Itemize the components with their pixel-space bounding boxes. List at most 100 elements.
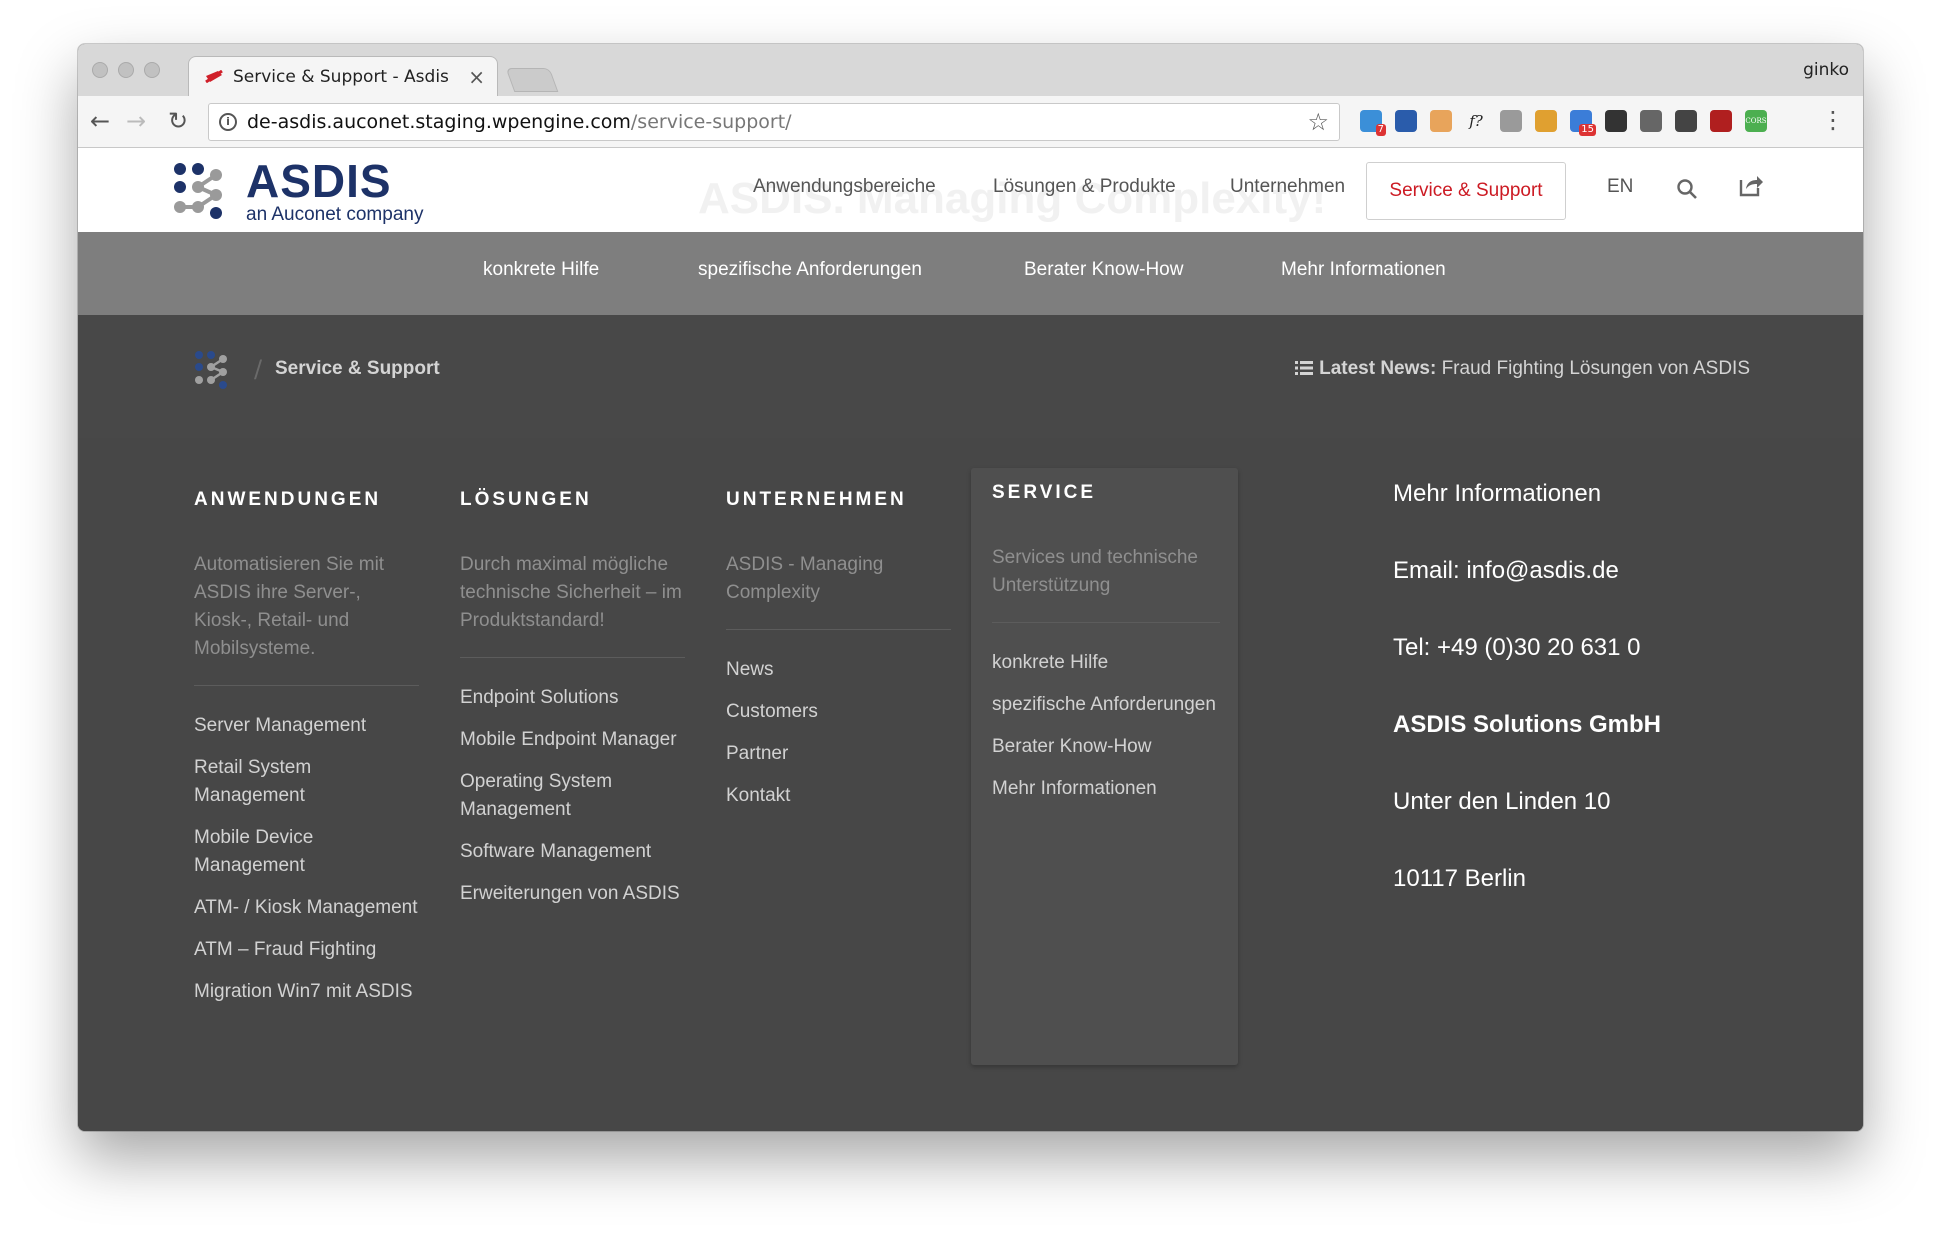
bookmark-star-icon[interactable]: ☆ <box>1307 108 1329 136</box>
column-title[interactable]: Service <box>992 482 1220 504</box>
minimize-window-button[interactable] <box>118 62 134 78</box>
extension-badge-count: 7 <box>1375 124 1386 136</box>
column-description: Durch maximal mögliche technische Sicher… <box>460 554 682 631</box>
link-spezifische-anforderungen[interactable]: spezifische Anforderungen <box>992 691 1220 719</box>
link-migration-win7[interactable]: Migration Win7 mit ASDIS <box>194 978 419 1006</box>
column-title[interactable]: Anwendungen <box>194 489 419 511</box>
link-kontakt[interactable]: Kontakt <box>726 782 951 810</box>
column-divider <box>194 685 419 686</box>
link-endpoint-solutions[interactable]: Endpoint Solutions <box>460 684 685 712</box>
nav-service-support[interactable]: Service & Support <box>1366 162 1566 220</box>
column-divider <box>460 657 685 658</box>
browser-tab-active[interactable]: Service & Support - Asdis × <box>188 56 498 96</box>
column-links: konkrete Hilfe spezifische Anforderungen… <box>992 649 1220 803</box>
extension-lightbulb-icon[interactable] <box>1675 110 1697 132</box>
maximize-window-button[interactable] <box>144 62 160 78</box>
url-host: de-asdis.auconet.staging.wpengine.com <box>247 111 631 133</box>
asdis-logo-icon[interactable] <box>172 161 234 221</box>
reload-icon[interactable]: ↻ <box>168 108 188 134</box>
address-bar[interactable]: i de-asdis.auconet.staging.wpengine.com/… <box>208 103 1340 141</box>
extension-face-icon[interactable] <box>1430 110 1452 132</box>
tab-strip: Service & Support - Asdis × ginko <box>78 44 1863 96</box>
extension-badge-7-icon[interactable]: 7 <box>1360 110 1386 136</box>
home-logo-icon[interactable] <box>194 350 234 390</box>
profile-name[interactable]: ginko <box>1803 60 1849 80</box>
column-title[interactable]: Unternehmen <box>726 489 951 511</box>
column-description: Automatisieren Sie mit ASDIS ihre Server… <box>194 554 385 659</box>
browser-window: Service & Support - Asdis × ginko ← → ↻ … <box>78 44 1863 1131</box>
asdis-favicon-icon <box>205 70 223 83</box>
link-operating-system-management[interactable]: Operating System Management <box>460 768 685 824</box>
extension-cors-icon[interactable]: CORS <box>1745 110 1767 132</box>
latest-news-label: Latest News: <box>1319 358 1437 379</box>
url-path: /service-support/ <box>630 111 792 133</box>
link-mehr-informationen[interactable]: Mehr Informationen <box>992 775 1220 803</box>
contact-company: ASDIS Solutions GmbH <box>1393 711 1662 738</box>
column-links: News Customers Partner Kontakt <box>726 656 951 810</box>
column-description: Services und technische Unterstützung <box>992 547 1198 596</box>
link-customers[interactable]: Customers <box>726 698 951 726</box>
link-software-management[interactable]: Software Management <box>460 838 685 866</box>
column-divider <box>992 622 1220 623</box>
link-server-management[interactable]: Server Management <box>194 712 419 740</box>
extension-badge-count: 15 <box>1579 124 1596 136</box>
nav-loesungen-produkte[interactable]: Lösungen & Produkte <box>993 176 1176 198</box>
list-icon <box>1295 361 1314 375</box>
column-title[interactable]: Lösungen <box>460 489 685 511</box>
site-info-icon[interactable]: i <box>219 113 237 131</box>
close-window-button[interactable] <box>92 62 108 78</box>
language-switch[interactable]: EN <box>1607 176 1633 198</box>
extension-shield-icon[interactable] <box>1710 110 1732 132</box>
link-retail-system-management[interactable]: Retail System Management <box>194 754 419 810</box>
extension-fonts-icon[interactable]: f? <box>1465 110 1487 132</box>
sub-navigation: konkrete Hilfe spezifische Anforderungen… <box>78 232 1863 315</box>
back-arrow-icon[interactable]: ← <box>90 108 110 134</box>
column-service: Service Services und technische Unterstü… <box>992 482 1220 817</box>
subnav-mehr-informationen[interactable]: Mehr Informationen <box>1281 259 1446 281</box>
extension-github-icon[interactable] <box>1605 110 1627 132</box>
extension-calendar-icon[interactable]: 15 <box>1570 110 1596 136</box>
latest-news[interactable]: Latest News: Fraud Fighting Lösungen von… <box>1295 358 1750 380</box>
contact-block: Mehr Informationen Email: info@asdis.de … <box>1393 478 1661 940</box>
column-unternehmen: Unternehmen ASDIS - Managing Complexity … <box>726 489 951 824</box>
column-links: Server Management Retail System Manageme… <box>194 712 419 1006</box>
url-text[interactable]: de-asdis.auconet.staging.wpengine.com/se… <box>247 111 792 133</box>
link-mobile-endpoint-manager[interactable]: Mobile Endpoint Manager <box>460 726 685 754</box>
nav-anwendungsbereiche[interactable]: Anwendungsbereiche <box>753 176 936 198</box>
contact-heading: Mehr Informationen <box>1393 480 1602 507</box>
link-konkrete-hilfe[interactable]: konkrete Hilfe <box>992 649 1220 677</box>
link-erweiterungen-von-asdis[interactable]: Erweiterungen von ASDIS <box>460 880 685 908</box>
breadcrumb-separator: / <box>254 355 263 383</box>
link-partner[interactable]: Partner <box>726 740 951 768</box>
forward-arrow-icon[interactable]: → <box>126 108 146 134</box>
extension-cloud-icon[interactable] <box>1640 110 1662 132</box>
browser-menu-icon[interactable]: ⋮ <box>1821 106 1845 134</box>
extension-ruler-icon[interactable] <box>1535 110 1557 132</box>
contact-phone[interactable]: Tel: +49 (0)30 20 631 0 <box>1393 632 1661 709</box>
search-icon[interactable] <box>1676 178 1698 200</box>
subnav-konkrete-hilfe[interactable]: konkrete Hilfe <box>483 259 599 281</box>
tab-title: Service & Support - Asdis <box>233 67 449 87</box>
subnav-spezifische-anforderungen[interactable]: spezifische Anforderungen <box>698 259 922 281</box>
new-tab-button[interactable] <box>505 68 559 92</box>
contact-email[interactable]: Email: info@asdis.de <box>1393 555 1661 632</box>
column-description: ASDIS - Managing Complexity <box>726 554 884 603</box>
subnav-berater-know-how[interactable]: Berater Know-How <box>1024 259 1183 281</box>
link-atm-fraud-fighting[interactable]: ATM – Fraud Fighting <box>194 936 419 964</box>
link-atm-kiosk-management[interactable]: ATM- / Kiosk Management <box>194 894 419 922</box>
tab-close-icon[interactable]: × <box>468 65 485 89</box>
mega-menu: Anwendungen Automatisieren Sie mit ASDIS… <box>78 438 1863 1131</box>
extension-eyedropper-icon[interactable] <box>1500 110 1522 132</box>
logo-text[interactable]: ASDIS <box>246 156 392 206</box>
share-icon[interactable] <box>1738 172 1764 198</box>
link-mobile-device-management[interactable]: Mobile Device Management <box>194 824 419 880</box>
breadcrumb-current: Service & Support <box>275 358 440 379</box>
column-loesungen: Lösungen Durch maximal mögliche technisc… <box>460 489 685 922</box>
nav-unternehmen[interactable]: Unternehmen <box>1230 176 1345 198</box>
link-berater-know-how[interactable]: Berater Know-How <box>992 733 1220 761</box>
extension-delicious-icon[interactable] <box>1395 110 1417 132</box>
latest-news-text[interactable]: Fraud Fighting Lösungen von ASDIS <box>1442 358 1750 379</box>
link-news[interactable]: News <box>726 656 951 684</box>
site-header: ASDIS. Managing Complexity! ASDIS an Auc… <box>78 148 1863 232</box>
logo-tagline: an Auconet company <box>246 204 424 225</box>
